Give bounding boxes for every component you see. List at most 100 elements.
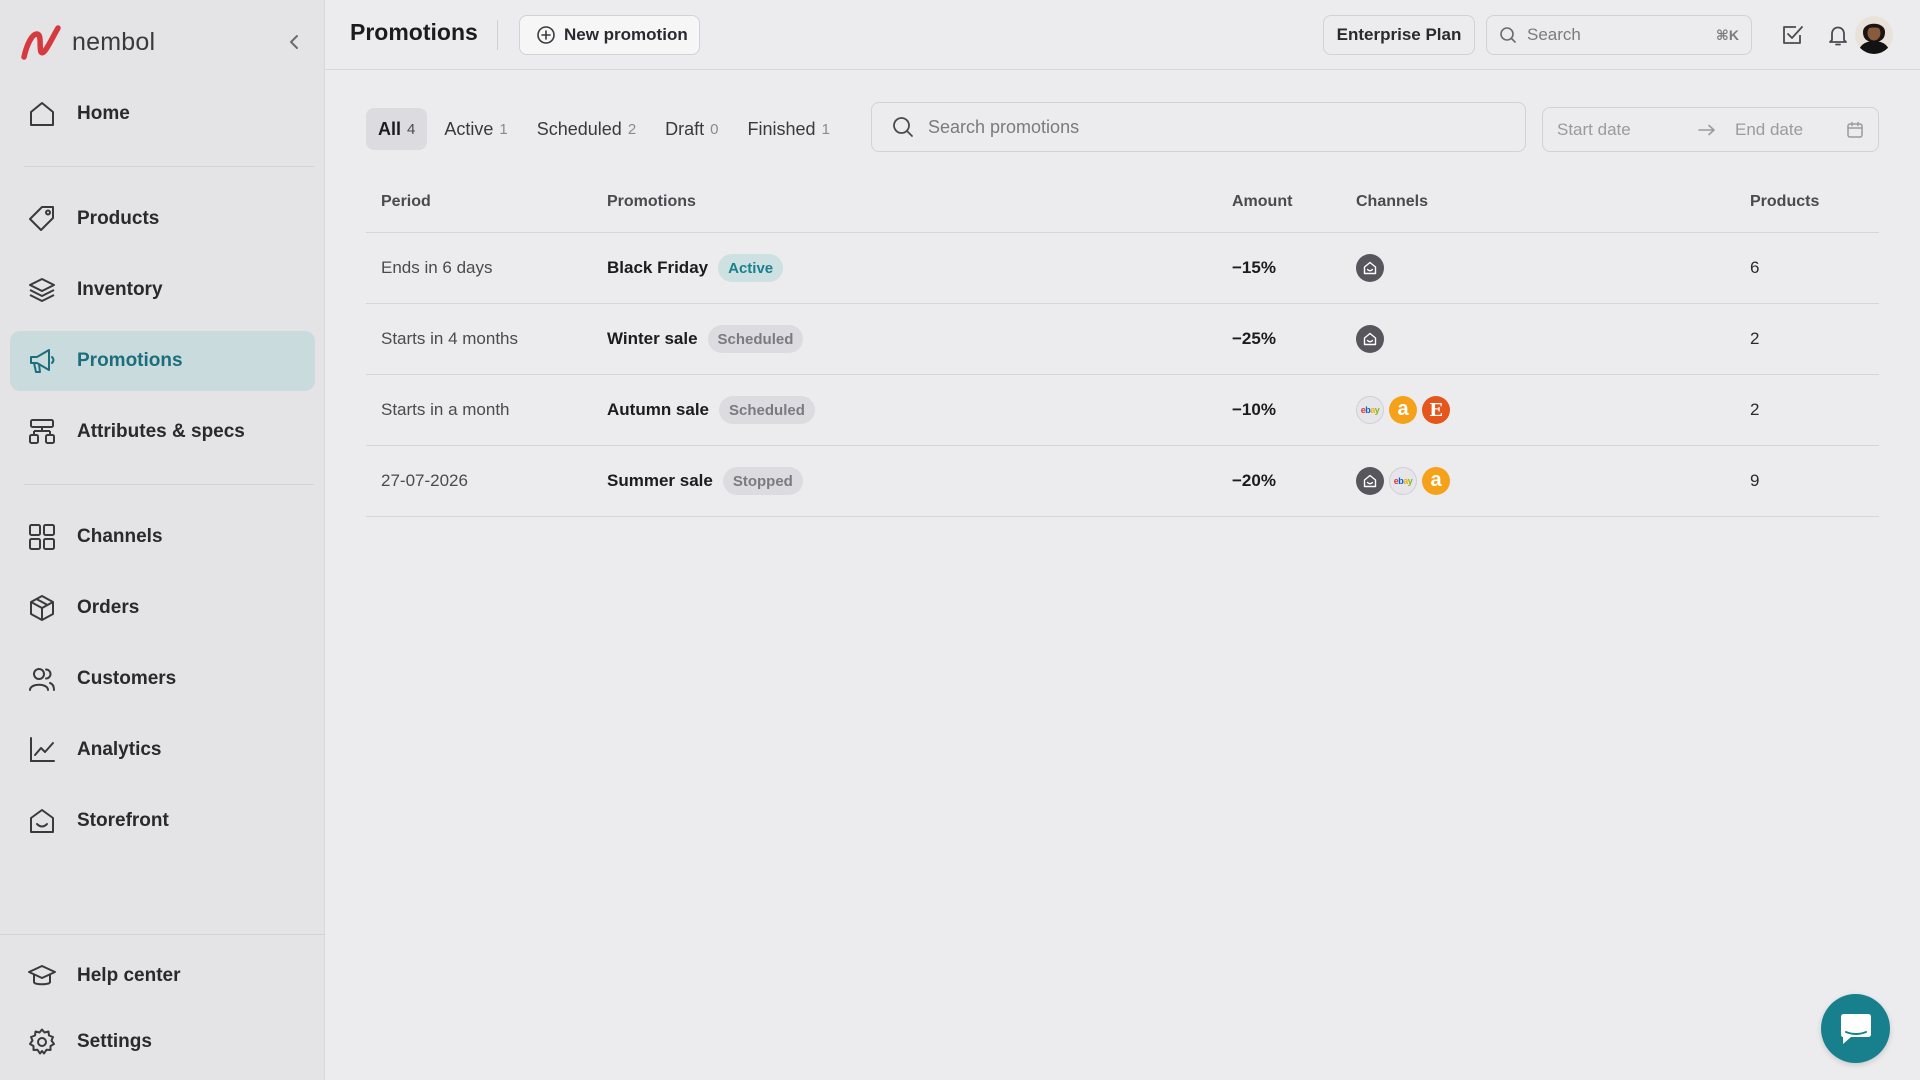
search-shortcut: ⌘K bbox=[1715, 26, 1739, 43]
channels-cell bbox=[1356, 304, 1389, 374]
tag-icon bbox=[26, 203, 58, 235]
users-icon bbox=[26, 663, 58, 695]
brand[interactable]: nembol bbox=[20, 22, 155, 62]
amazon-channel-icon: a bbox=[1389, 396, 1417, 424]
tab-finished[interactable]: Finished 1 bbox=[736, 108, 842, 150]
products-count-cell: 2 bbox=[1750, 329, 1760, 348]
status-badge: Scheduled bbox=[719, 396, 815, 424]
sidebar-item-home[interactable]: Home bbox=[10, 84, 315, 144]
graduation-cap-icon bbox=[26, 960, 58, 992]
table-row[interactable]: Starts in a month Autumn sale Scheduled … bbox=[366, 375, 1879, 446]
user-avatar[interactable] bbox=[1855, 16, 1893, 54]
chevron-left-icon bbox=[288, 34, 300, 50]
period-cell: Starts in 4 months bbox=[381, 329, 519, 348]
tab-all[interactable]: All 4 bbox=[366, 108, 428, 150]
checkbox-icon bbox=[1781, 23, 1805, 47]
etsy-channel-icon: E bbox=[1422, 396, 1450, 424]
calendar-icon[interactable] bbox=[1846, 121, 1864, 139]
sidebar-item-label: Home bbox=[77, 103, 130, 124]
tab-label: Scheduled bbox=[536, 118, 622, 139]
sidebar-item-orders[interactable]: Orders bbox=[10, 578, 315, 638]
sidebar-divider bbox=[0, 934, 325, 935]
tab-scheduled[interactable]: Scheduled 2 bbox=[525, 108, 648, 150]
storefront-icon bbox=[26, 805, 58, 837]
end-date-field[interactable]: End date bbox=[1727, 120, 1846, 140]
collapse-sidebar-button[interactable] bbox=[282, 30, 306, 54]
grid-icon bbox=[26, 521, 58, 553]
column-header-promotions[interactable]: Promotions bbox=[607, 193, 696, 211]
status-badge: Scheduled bbox=[707, 325, 804, 353]
storefront-channel-icon bbox=[1356, 254, 1384, 282]
tasks-button[interactable] bbox=[1780, 22, 1806, 48]
column-header-channels[interactable]: Channels bbox=[1356, 193, 1428, 211]
sidebar-item-label: Storefront bbox=[77, 810, 169, 831]
sidebar-item-analytics[interactable]: Analytics bbox=[10, 720, 315, 780]
tab-count: 0 bbox=[710, 120, 719, 138]
search-icon bbox=[892, 116, 914, 138]
promotions-table: Period Promotions Amount Channels Produc… bbox=[366, 180, 1879, 517]
amount-cell: −25% bbox=[1232, 329, 1276, 348]
promotion-name-cell[interactable]: Autumn sale Scheduled bbox=[607, 375, 815, 445]
amount-cell: −10% bbox=[1232, 400, 1276, 419]
sidebar-divider bbox=[24, 166, 314, 167]
products-count-cell: 2 bbox=[1750, 400, 1760, 419]
column-header-period[interactable]: Period bbox=[381, 193, 431, 211]
promotion-name-cell[interactable]: Black Friday Active bbox=[607, 233, 784, 303]
promotion-name: Summer sale bbox=[607, 471, 713, 490]
chat-support-button[interactable] bbox=[1821, 994, 1890, 1063]
promotions-search-input[interactable]: Search promotions bbox=[871, 102, 1526, 152]
sidebar-item-attributes[interactable]: Attributes & specs bbox=[10, 402, 315, 462]
storefront-channel-icon bbox=[1356, 467, 1384, 495]
sidebar-item-label: Inventory bbox=[77, 279, 163, 300]
layers-icon bbox=[26, 274, 58, 306]
products-count-cell: 9 bbox=[1750, 471, 1760, 490]
promotion-name-cell[interactable]: Winter sale Scheduled bbox=[607, 304, 804, 374]
sidebar-item-inventory[interactable]: Inventory bbox=[10, 260, 315, 320]
table-header: Period Promotions Amount Channels Produc… bbox=[366, 180, 1879, 233]
sidebar-item-storefront[interactable]: Storefront bbox=[10, 791, 315, 851]
sidebar-item-products[interactable]: Products bbox=[10, 189, 315, 249]
amount-cell: −15% bbox=[1232, 258, 1276, 277]
table-row[interactable]: 27-07-2026 Summer sale Stopped −20% ebay… bbox=[366, 446, 1879, 517]
sidebar-item-label: Orders bbox=[77, 597, 140, 618]
table-row[interactable]: Starts in 4 months Winter sale Scheduled… bbox=[366, 304, 1879, 375]
sidebar-item-label: Products bbox=[77, 208, 160, 229]
search-placeholder: Search bbox=[1527, 25, 1581, 44]
notifications-button[interactable] bbox=[1825, 22, 1851, 48]
brand-name: nembol bbox=[72, 27, 156, 56]
promotion-name-cell[interactable]: Summer sale Stopped bbox=[607, 446, 803, 516]
tab-label: All bbox=[378, 118, 402, 139]
sidebar-item-customers[interactable]: Customers bbox=[10, 649, 315, 709]
start-date-field[interactable]: Start date bbox=[1557, 120, 1687, 140]
sidebar-item-label: Analytics bbox=[77, 739, 162, 760]
megaphone-icon bbox=[26, 345, 58, 377]
gear-icon bbox=[26, 1026, 58, 1058]
sidebar-item-help-center[interactable]: Help center bbox=[10, 946, 315, 1006]
sidebar: nembol Home Products Inventory Promotion… bbox=[0, 0, 325, 1080]
promotion-name: Autumn sale bbox=[607, 400, 710, 419]
sidebar-item-label: Attributes & specs bbox=[77, 421, 245, 442]
bell-icon bbox=[1826, 23, 1850, 47]
channels-cell: ebay a bbox=[1356, 446, 1455, 516]
status-badge: Stopped bbox=[722, 467, 803, 495]
storefront-channel-icon bbox=[1356, 325, 1384, 353]
enterprise-plan-button[interactable]: Enterprise Plan bbox=[1323, 15, 1475, 55]
sidebar-item-label: Settings bbox=[77, 1031, 152, 1052]
global-search-input[interactable]: Search ⌘K bbox=[1486, 15, 1752, 55]
column-header-amount[interactable]: Amount bbox=[1232, 193, 1292, 211]
date-range-picker[interactable]: Start date End date bbox=[1542, 107, 1879, 152]
sidebar-item-channels[interactable]: Channels bbox=[10, 507, 315, 567]
nembol-logo-icon bbox=[20, 24, 62, 60]
topbar: Promotions New promotion Enterprise Plan… bbox=[325, 0, 1920, 70]
ebay-channel-icon: ebay bbox=[1356, 396, 1384, 424]
tab-draft[interactable]: Draft 0 bbox=[653, 108, 730, 150]
sidebar-item-settings[interactable]: Settings bbox=[10, 1012, 315, 1072]
status-badge: Active bbox=[718, 254, 784, 282]
tab-count: 1 bbox=[499, 120, 508, 138]
table-row[interactable]: Ends in 6 days Black Friday Active −15% … bbox=[366, 233, 1879, 304]
column-header-products[interactable]: Products bbox=[1750, 193, 1819, 211]
sidebar-item-promotions[interactable]: Promotions bbox=[10, 331, 315, 391]
sidebar-item-label: Help center bbox=[77, 965, 181, 986]
tab-active[interactable]: Active 1 bbox=[432, 108, 519, 150]
new-promotion-button[interactable]: New promotion bbox=[519, 15, 700, 55]
